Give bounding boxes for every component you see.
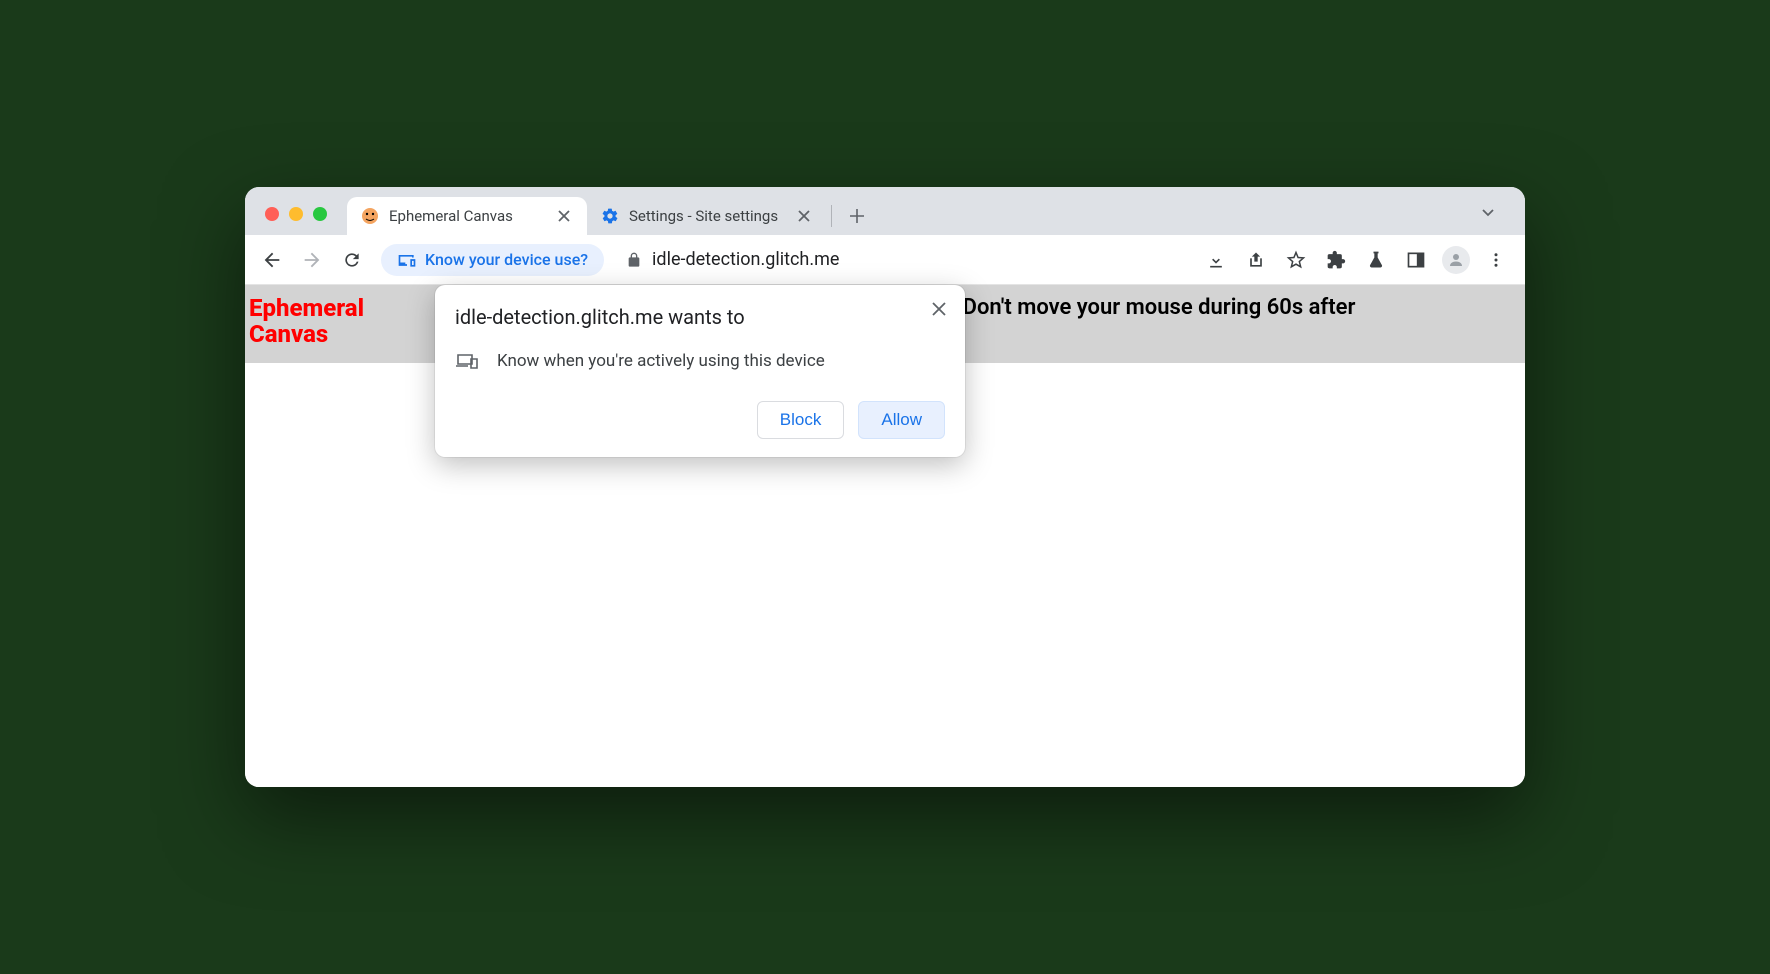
permission-detail-row: Know when you're actively using this dev… (455, 349, 945, 373)
tab-overflow (1475, 199, 1515, 235)
toolbar-right (1201, 245, 1515, 275)
browser-window: Ephemeral Canvas Settings - Site setting… (245, 187, 1525, 787)
url-text: idle-detection.glitch.me (652, 249, 839, 270)
tab-separator (831, 205, 832, 227)
close-tab-icon[interactable] (795, 207, 813, 225)
toolbar: Know your device use? idle-detection.gli… (245, 235, 1525, 285)
close-window-button[interactable] (265, 207, 279, 221)
sidepanel-icon[interactable] (1401, 245, 1431, 275)
close-tab-icon[interactable] (555, 207, 573, 225)
address-bar[interactable]: idle-detection.glitch.me (618, 249, 1195, 270)
favicon-icon (361, 207, 379, 225)
permission-title: idle-detection.glitch.me wants to (455, 305, 945, 329)
close-icon[interactable] (927, 297, 951, 321)
bookmark-star-icon[interactable] (1281, 245, 1311, 275)
block-button[interactable]: Block (757, 401, 845, 439)
labs-icon[interactable] (1361, 245, 1391, 275)
lock-icon (626, 252, 642, 268)
permission-prompt: idle-detection.glitch.me wants to Know w… (435, 285, 965, 457)
permission-actions: Block Allow (455, 401, 945, 439)
minimize-window-button[interactable] (289, 207, 303, 221)
gear-icon (601, 207, 619, 225)
avatar-icon (1442, 246, 1470, 274)
tab-title: Settings - Site settings (629, 207, 785, 225)
downloads-icon[interactable] (1201, 245, 1231, 275)
page-title: Ephemeral Canvas (245, 293, 395, 348)
chevron-down-icon[interactable] (1475, 199, 1501, 225)
profile-avatar[interactable] (1441, 245, 1471, 275)
reload-button[interactable] (335, 243, 369, 277)
menu-icon[interactable] (1481, 245, 1511, 275)
devices-icon (397, 250, 417, 270)
tab-strip: Ephemeral Canvas Settings - Site setting… (245, 187, 1525, 235)
forward-button[interactable] (295, 243, 329, 277)
maximize-window-button[interactable] (313, 207, 327, 221)
tab-title: Ephemeral Canvas (389, 207, 545, 225)
chip-label: Know your device use? (425, 250, 588, 269)
tab-settings[interactable]: Settings - Site settings (587, 197, 827, 235)
permission-chip[interactable]: Know your device use? (381, 244, 604, 276)
tabs-container: Ephemeral Canvas Settings - Site setting… (347, 197, 1475, 235)
window-controls (255, 207, 337, 235)
share-icon[interactable] (1241, 245, 1271, 275)
devices-icon (455, 349, 479, 373)
back-button[interactable] (255, 243, 289, 277)
new-tab-button[interactable] (842, 201, 872, 231)
extensions-icon[interactable] (1321, 245, 1351, 275)
tab-ephemeral-canvas[interactable]: Ephemeral Canvas (347, 197, 587, 235)
permission-detail-text: Know when you're actively using this dev… (497, 351, 825, 371)
allow-button[interactable]: Allow (858, 401, 945, 439)
